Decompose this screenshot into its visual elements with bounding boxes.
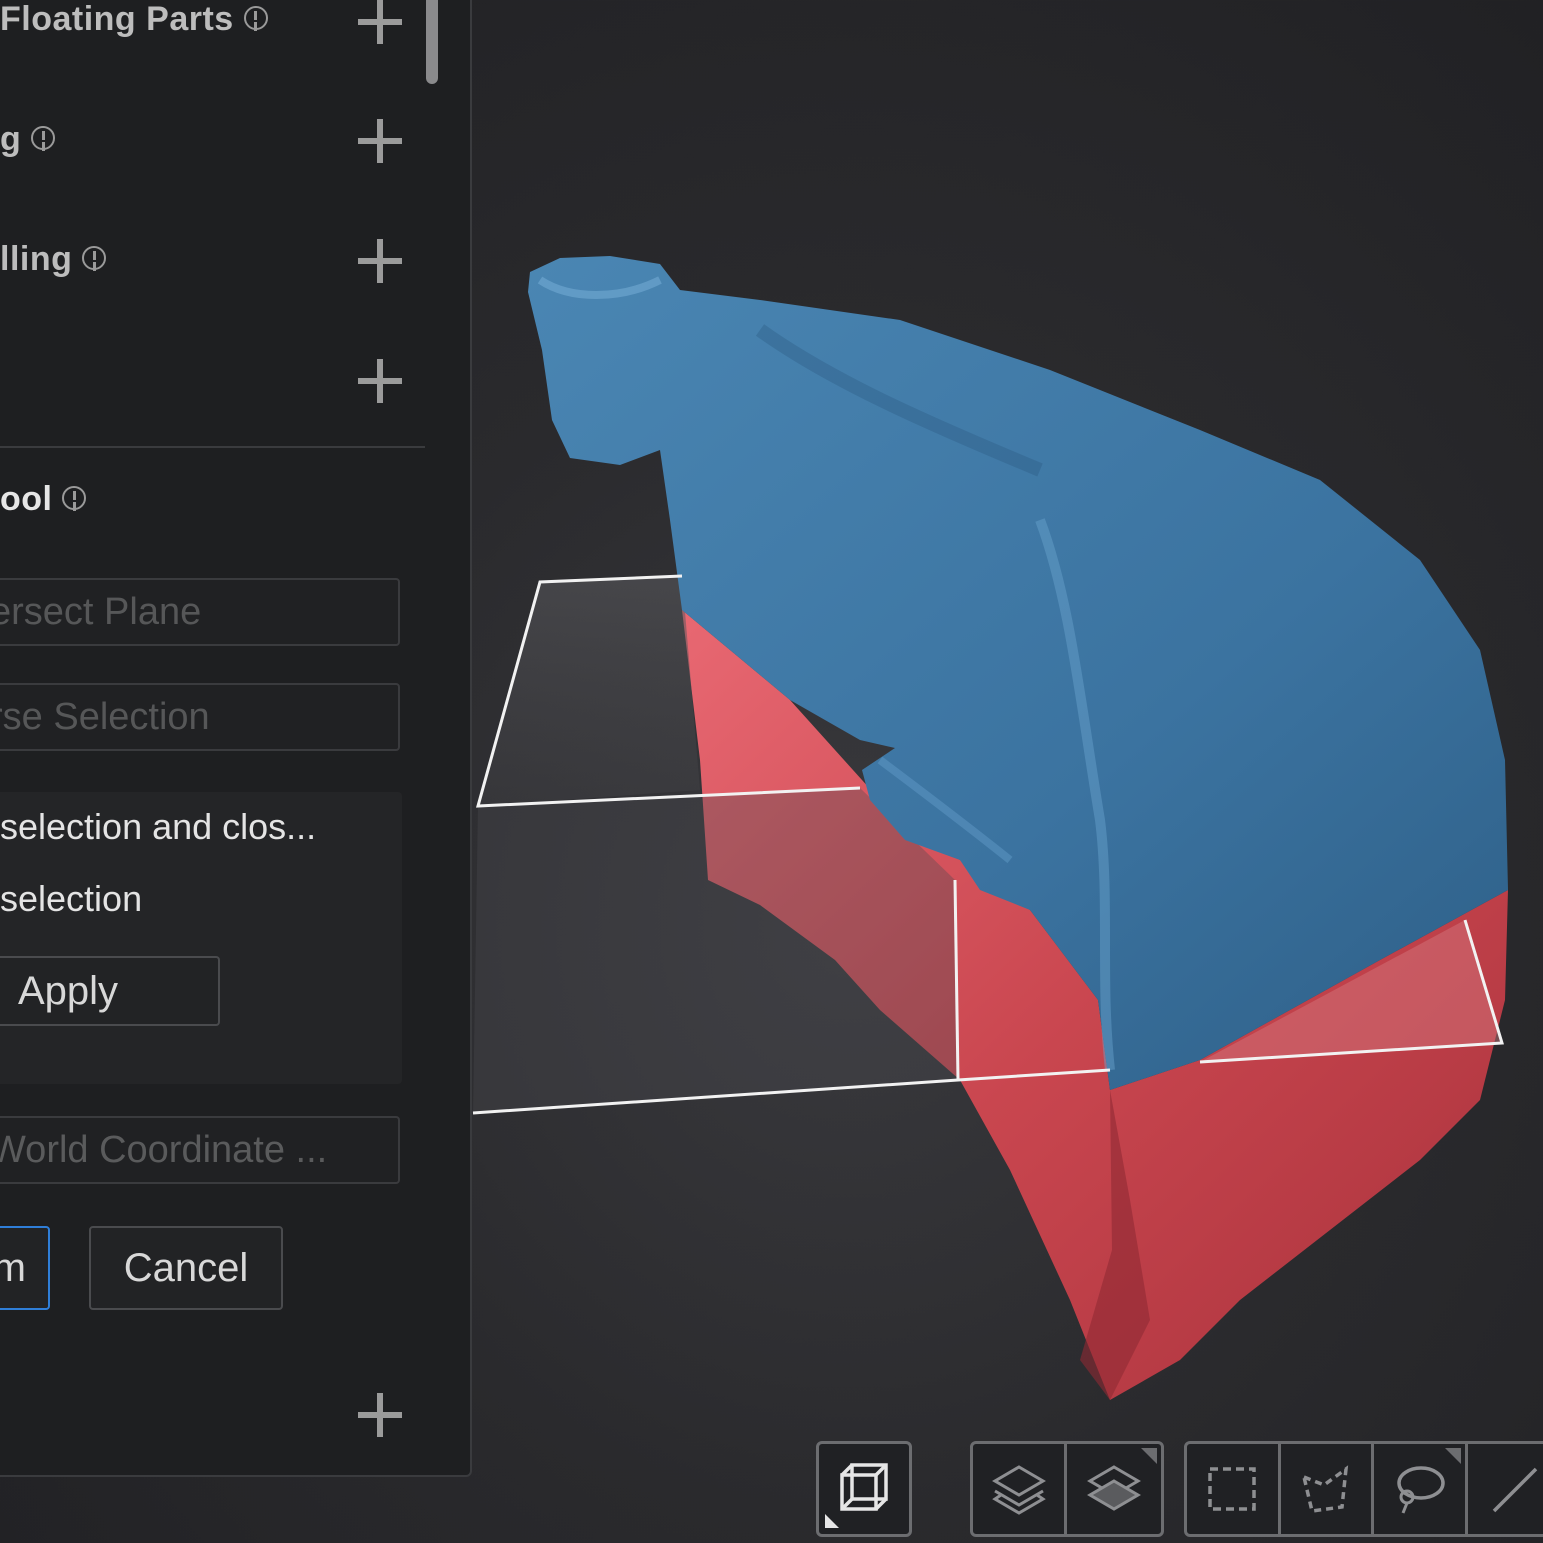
row-label: Floating Parts — [0, 0, 234, 38]
layer-button[interactable] — [973, 1444, 1067, 1534]
confirm-button[interactable]: m — [0, 1226, 50, 1310]
expand-plus-icon[interactable] — [358, 1393, 402, 1437]
intersect-plane-field[interactable]: ersect Plane — [0, 578, 400, 646]
info-icon[interactable] — [82, 246, 107, 271]
tool-section-title: ool — [0, 480, 87, 519]
lasso-select-button[interactable] — [1374, 1444, 1468, 1534]
info-icon[interactable] — [243, 6, 268, 31]
inverse-selection-field[interactable]: rse Selection — [0, 683, 400, 751]
selection-tools-group — [1184, 1441, 1543, 1537]
row-label: g — [0, 120, 22, 158]
polygon-select-button[interactable] — [1281, 1444, 1374, 1534]
row-label: lling — [0, 240, 73, 278]
polygon-select-icon — [1301, 1465, 1348, 1513]
layers-filled-icon — [1087, 1465, 1141, 1511]
layers-icon — [991, 1465, 1046, 1515]
row-item-3[interactable]: lling — [0, 240, 107, 279]
option-selection-and-close[interactable]: selection and clos... — [0, 806, 316, 848]
wireframe-cube-icon — [840, 1463, 888, 1511]
section-plane-front — [473, 788, 958, 1113]
view-mode-group — [816, 1441, 912, 1537]
cancel-button[interactable]: Cancel — [89, 1226, 283, 1310]
line-select-icon — [1492, 1467, 1538, 1513]
layer-group — [970, 1441, 1164, 1537]
lasso-select-icon — [1397, 1466, 1445, 1514]
info-icon[interactable] — [62, 486, 87, 511]
expand-plus-icon[interactable] — [358, 0, 402, 44]
wireframe-view-button[interactable] — [819, 1444, 909, 1534]
expand-plus-icon[interactable] — [358, 239, 402, 283]
panel-scrollbar[interactable] — [426, 0, 438, 84]
layer-filled-button[interactable] — [1067, 1444, 1161, 1534]
row-floating-parts[interactable]: Floating Parts — [0, 0, 268, 39]
row-item-2[interactable]: g — [0, 120, 56, 159]
apply-button[interactable]: Apply — [0, 956, 220, 1026]
rectangle-select-icon — [1208, 1467, 1256, 1511]
line-select-button[interactable] — [1468, 1444, 1543, 1534]
info-icon[interactable] — [31, 126, 56, 151]
rectangle-select-button[interactable] — [1187, 1444, 1281, 1534]
world-coordinate-field[interactable]: World Coordinate ... — [0, 1116, 400, 1184]
corner-indicator-icon — [825, 1514, 839, 1528]
section-title-text: ool — [0, 480, 53, 518]
section-divider — [0, 446, 425, 448]
expand-plus-icon[interactable] — [358, 119, 402, 163]
submenu-indicator — [1141, 1448, 1157, 1464]
submenu-indicator — [1444, 1448, 1461, 1464]
option-selection[interactable]: selection — [0, 878, 142, 920]
expand-plus-icon[interactable] — [358, 359, 402, 403]
